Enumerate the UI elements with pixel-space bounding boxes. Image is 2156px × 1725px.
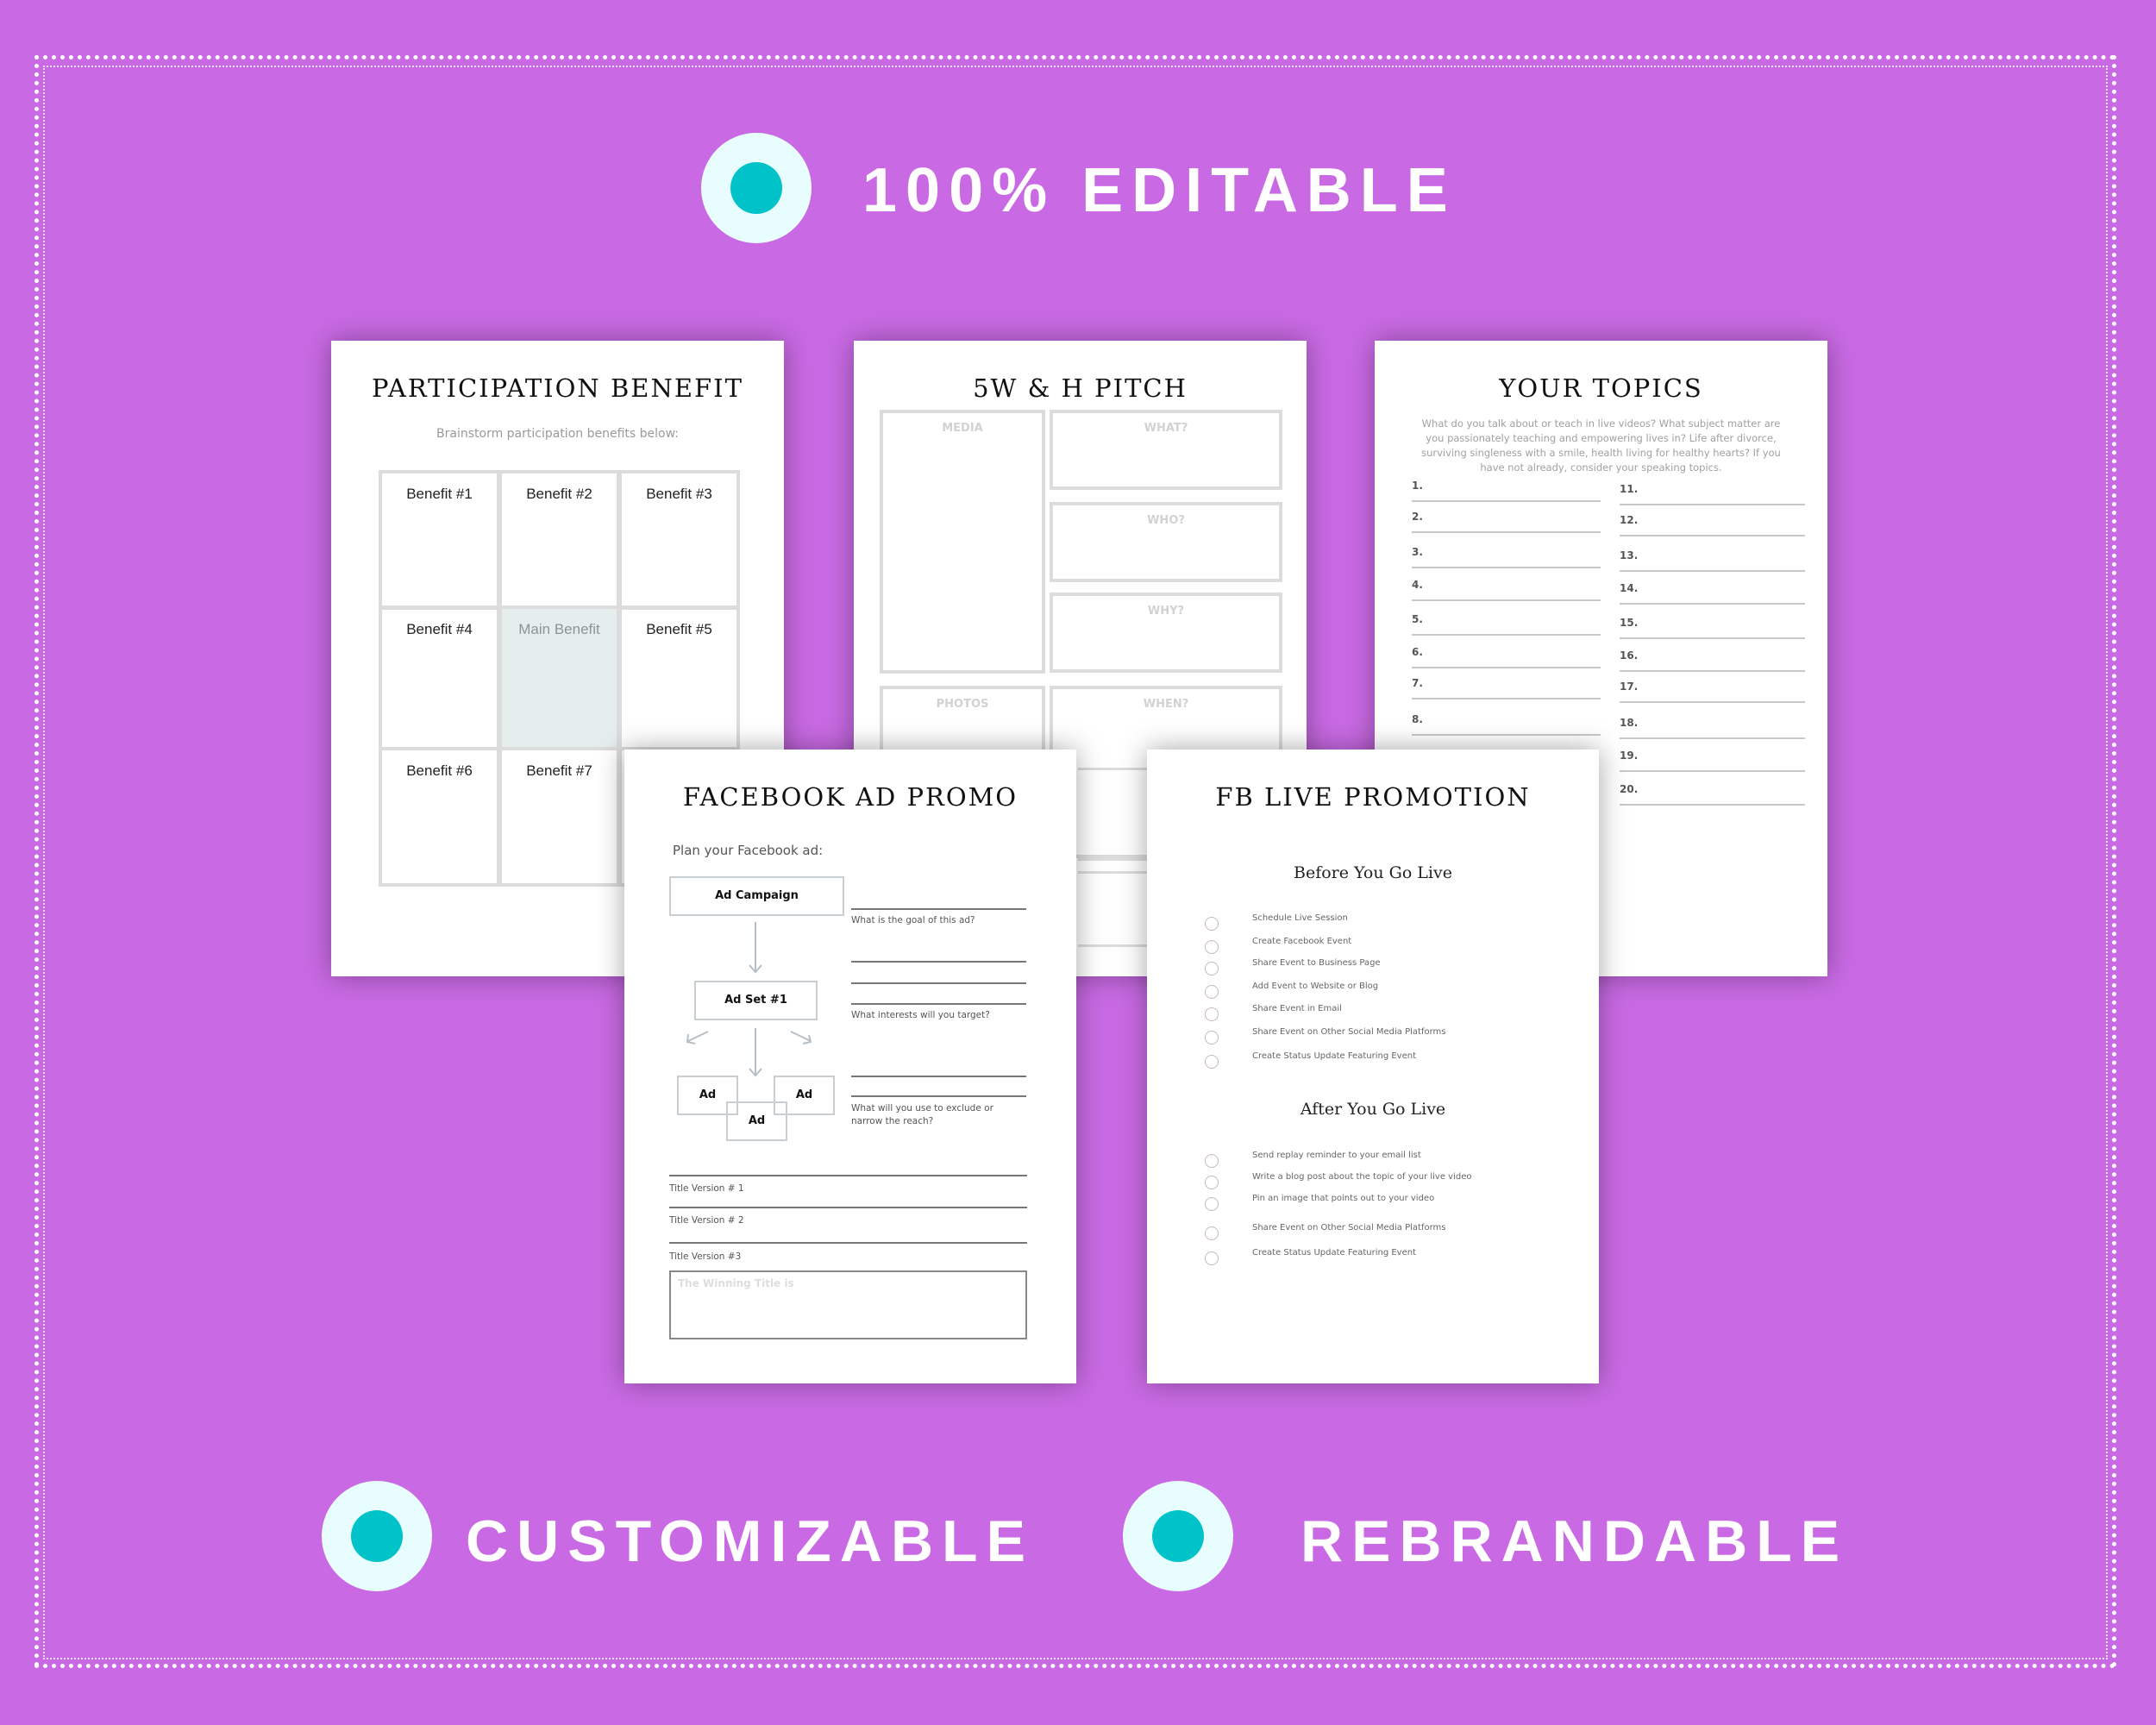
topic-line[interactable]: 3.	[1412, 546, 1601, 568]
topic-line[interactable]: 13.	[1620, 546, 1805, 572]
checkbox-circle-icon[interactable]	[1205, 1226, 1219, 1240]
page-title: FB LIVE PROMOTION	[1215, 782, 1531, 812]
topic-line[interactable]: 15.	[1620, 613, 1805, 639]
benefit-cell[interactable]: Benefit #2	[498, 470, 620, 610]
checkbox-circle-icon[interactable]	[1205, 1251, 1219, 1265]
benefit-cell[interactable]: Benefit #6	[379, 747, 500, 887]
answer-line	[851, 961, 1026, 963]
title-line	[669, 1242, 1027, 1244]
checkbox-circle-icon[interactable]	[1205, 1031, 1219, 1044]
headline-customizable: CUSTOMIZABLE	[466, 1509, 1034, 1574]
arrow-left-icon	[687, 1031, 709, 1042]
pitch-box-what[interactable]: WHAT?	[1050, 410, 1282, 490]
title-version-2: Title Version # 2	[669, 1215, 744, 1226]
checklist-item-label: Add Event to Website or Blog	[1252, 982, 1379, 991]
benefit-cell[interactable]: Benefit #7	[498, 747, 620, 887]
topic-line[interactable]: 1.	[1412, 480, 1601, 502]
checklist-item-label: Share Event on Other Social Media Platfo…	[1252, 1027, 1446, 1037]
benefit-cell[interactable]: Main Benefit	[498, 605, 620, 750]
checkbox-circle-icon[interactable]	[1205, 1197, 1219, 1211]
topic-line[interactable]: 17.	[1620, 677, 1805, 703]
page-title: YOUR TOPICS	[1499, 373, 1703, 403]
page-title: 5W & H PITCH	[973, 373, 1188, 403]
title-line	[669, 1207, 1027, 1208]
after-heading: After You Go Live	[1300, 1100, 1446, 1119]
title-line	[669, 1175, 1027, 1176]
topic-line[interactable]: 12.	[1620, 511, 1805, 536]
checklist-item-label: Share Event on Other Social Media Platfo…	[1252, 1223, 1446, 1233]
badge-dot	[730, 162, 782, 214]
benefit-cell[interactable]: Benefit #3	[618, 470, 740, 610]
title-version-3: Title Version #3	[669, 1251, 742, 1262]
badge-icon	[322, 1481, 432, 1591]
checkbox-circle-icon[interactable]	[1205, 940, 1219, 954]
pitch-box-who[interactable]: WHO?	[1050, 502, 1282, 582]
checkbox-circle-icon[interactable]	[1205, 1154, 1219, 1168]
topic-line[interactable]: 2.	[1412, 511, 1601, 533]
before-heading: Before You Go Live	[1294, 863, 1452, 882]
answer-line	[851, 1095, 1026, 1097]
topic-line[interactable]: 18.	[1620, 713, 1805, 739]
pitch-box-why[interactable]: WHY?	[1050, 593, 1282, 673]
checklist-item-label: Share Event to Business Page	[1252, 958, 1381, 968]
arrow-right-icon	[790, 1031, 812, 1042]
checklist-item-label: Create Status Update Featuring Event	[1252, 1248, 1416, 1258]
badge-dot	[1152, 1510, 1204, 1562]
topics-description: What do you talk about or teach in live …	[1421, 417, 1781, 474]
winning-title-field[interactable]: The Winning Title is	[669, 1270, 1027, 1339]
answer-line	[851, 982, 1026, 984]
topic-line[interactable]: 14.	[1620, 579, 1805, 605]
topic-line[interactable]: 7.	[1412, 677, 1601, 699]
checkbox-circle-icon[interactable]	[1205, 1176, 1219, 1189]
checklist-item-label: Schedule Live Session	[1252, 913, 1348, 923]
page-facebook-ad-promo: FACEBOOK AD PROMO Plan your Facebook ad:…	[624, 750, 1076, 1383]
topic-line[interactable]: 8.	[1412, 713, 1601, 736]
ad-set-box[interactable]: Ad Set #1	[694, 981, 818, 1020]
checklist-item-label: Create Facebook Event	[1252, 937, 1352, 946]
topic-line[interactable]: 4.	[1412, 579, 1601, 601]
benefit-cell[interactable]: Benefit #4	[379, 605, 500, 750]
page-fb-live-promotion: FB LIVE PROMOTION Before You Go Live Sch…	[1147, 750, 1599, 1383]
benefit-cell[interactable]: Benefit #5	[618, 605, 740, 750]
topic-line[interactable]: 19.	[1620, 746, 1805, 772]
checkbox-circle-icon[interactable]	[1205, 1055, 1219, 1069]
topic-line[interactable]: 5.	[1412, 613, 1601, 636]
page-title: PARTICIPATION BENEFIT	[372, 373, 743, 403]
answer-line	[851, 1003, 1026, 1005]
checklist-item-label: Pin an image that points out to your vid…	[1252, 1194, 1435, 1203]
checklist-item-label: Send replay reminder to your email list	[1252, 1151, 1421, 1160]
badge-icon	[701, 133, 812, 243]
checklist-item-label: Create Status Update Featuring Event	[1252, 1051, 1416, 1061]
topic-line[interactable]: 6.	[1412, 646, 1601, 668]
title-version-1: Title Version # 1	[669, 1183, 744, 1194]
badge-dot	[351, 1510, 403, 1562]
topic-line[interactable]: 16.	[1620, 646, 1805, 672]
question-interests: What interests will you target?	[851, 1010, 990, 1020]
badge-icon	[1123, 1481, 1233, 1591]
benefit-cell[interactable]: Benefit #1	[379, 470, 500, 610]
checklist-item-label: Write a blog post about the topic of you…	[1252, 1172, 1472, 1182]
checkbox-circle-icon[interactable]	[1205, 962, 1219, 975]
question-exclude: What will you use to exclude or narrow t…	[851, 1103, 993, 1126]
topic-line[interactable]: 20.	[1620, 780, 1805, 806]
question-goal: What is the goal of this ad?	[851, 915, 975, 925]
answer-line	[851, 1076, 1026, 1077]
checkbox-circle-icon[interactable]	[1205, 1007, 1219, 1021]
pitch-box-media[interactable]: MEDIA	[880, 410, 1045, 674]
topic-line[interactable]: 11.	[1620, 480, 1805, 505]
answer-line	[851, 908, 1026, 910]
headline-editable: 100% EDITABLE	[862, 156, 1457, 225]
headline-rebrandable: REBRANDABLE	[1300, 1509, 1849, 1574]
checklist-item-label: Share Event in Email	[1252, 1004, 1342, 1013]
checkbox-circle-icon[interactable]	[1205, 985, 1219, 999]
ad-box-center[interactable]: Ad	[726, 1101, 787, 1141]
checkbox-circle-icon[interactable]	[1205, 917, 1219, 931]
page-subtitle: Brainstorm participation benefits below:	[436, 427, 679, 441]
